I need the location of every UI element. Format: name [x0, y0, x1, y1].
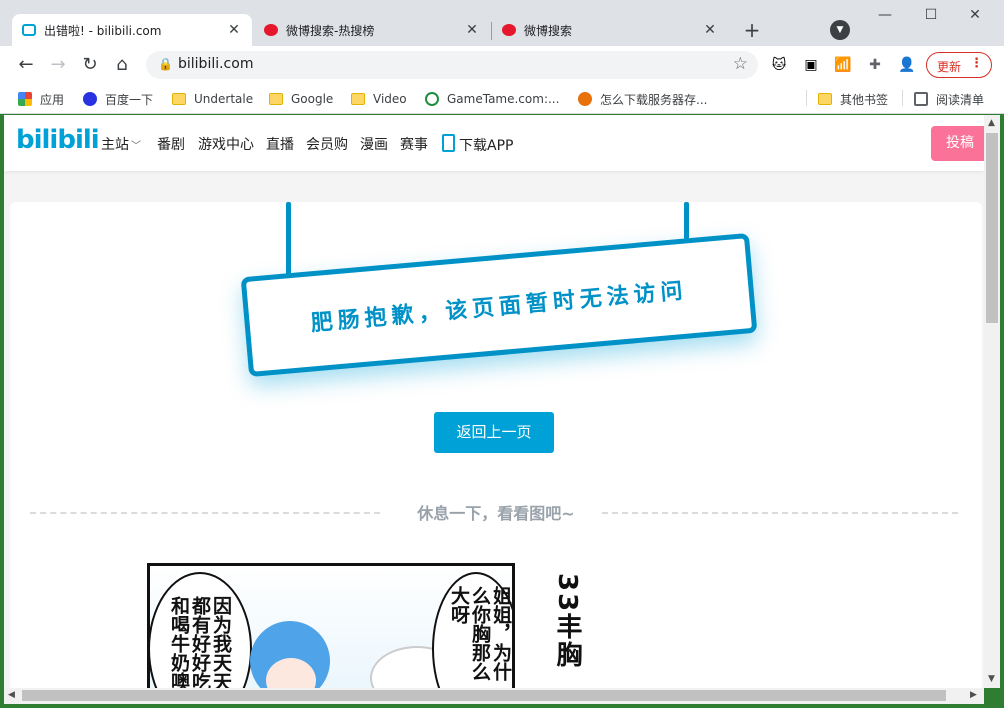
tab-weibo-hot[interactable]: 微博搜索-热搜榜 ✕	[254, 14, 490, 46]
bookmark-label: 其他书签	[840, 92, 889, 107]
scroll-left-arrow-icon[interactable]: ◀	[8, 690, 15, 700]
bubble-right-text: 姐姐，为什么你胸那么大呀	[448, 586, 512, 688]
scroll-down-arrow-icon[interactable]: ▼	[988, 674, 995, 684]
tab-title: 微博搜索-热搜榜	[286, 23, 375, 38]
gametame-icon	[425, 92, 439, 106]
folder-icon	[818, 93, 832, 105]
bookmark-label: 百度一下	[105, 92, 154, 107]
nav-main-station[interactable]: 主站 ﹀	[101, 134, 141, 154]
vertical-scroll-thumb[interactable]	[986, 133, 998, 323]
tab-search-icon[interactable]: ▼	[830, 20, 850, 40]
tab-weibo-search[interactable]: 微博搜索 ✕	[492, 14, 728, 46]
weibo-icon	[502, 24, 516, 36]
maximize-button[interactable]: ☐	[916, 4, 946, 26]
nav-member-shop[interactable]: 会员购	[306, 134, 348, 154]
bookmark-gametame[interactable]: GameTame.com:...	[425, 89, 559, 109]
bubble-line: 因为我天天	[210, 596, 232, 688]
go-back-button[interactable]: 返回上一页	[434, 412, 554, 453]
bookmark-video[interactable]: Video	[351, 89, 407, 109]
url-text: bilibili.com	[178, 56, 254, 72]
bookmark-star-icon[interactable]: ☆	[733, 54, 748, 74]
bilibili-tv-icon	[22, 24, 36, 36]
bookmark-label: 阅读清单	[936, 92, 985, 107]
reading-list-icon	[914, 92, 928, 106]
nav-live[interactable]: 直播	[266, 134, 294, 154]
nav-manga[interactable]: 漫画	[360, 134, 388, 154]
bookmark-google[interactable]: Google	[269, 89, 333, 109]
page-viewport: bilibili 主站 ﹀ 番剧 游戏中心 直播 会员购 漫画 赛事 下载APP …	[4, 115, 984, 688]
weibo-icon	[264, 24, 278, 36]
bookmark-baidu[interactable]: 百度一下	[83, 89, 153, 109]
bookmark-undertale[interactable]: Undertale	[172, 89, 253, 109]
menu-dots-icon: ⋮	[970, 56, 983, 71]
nav-esports[interactable]: 赛事	[400, 134, 428, 154]
bookmark-label: GameTame.com:...	[447, 92, 560, 106]
bilibili-logo[interactable]: bilibili	[16, 125, 100, 155]
bubble-line: 和喝牛奶噢	[168, 596, 190, 688]
extension-wifi-icon[interactable]: 📶	[832, 54, 854, 76]
bookmark-apps[interactable]: 应用	[18, 89, 64, 109]
folder-icon	[351, 93, 365, 105]
bookmark-label: 怎么下载服务器存...	[600, 92, 708, 107]
scroll-right-arrow-icon[interactable]: ▶	[970, 690, 977, 700]
comic-title: 33丰胸	[552, 573, 582, 670]
nav-bangumi[interactable]: 番剧	[157, 134, 185, 154]
address-bar[interactable]: 🔒 bilibili.com ☆	[146, 51, 758, 79]
reload-icon[interactable]: ↻	[77, 52, 103, 78]
extension-cat-icon[interactable]: 🐱	[768, 54, 790, 76]
site-icon	[578, 92, 592, 106]
close-tab-icon[interactable]: ✕	[464, 22, 480, 38]
bookmark-divider	[902, 90, 903, 106]
reading-list[interactable]: 阅读清单	[914, 89, 984, 109]
phone-icon	[442, 134, 455, 152]
bookmark-label: Undertale	[194, 92, 254, 106]
folder-icon	[172, 93, 186, 105]
nav-download-app[interactable]: 下载APP	[442, 134, 513, 155]
baidu-paw-icon	[83, 92, 97, 106]
home-icon[interactable]: ⌂	[109, 52, 135, 78]
horizontal-scroll-thumb[interactable]	[22, 690, 946, 701]
forward-arrow-icon[interactable]: →	[45, 52, 71, 78]
new-tab-button[interactable]: +	[738, 17, 766, 45]
tab-title: 出错啦! - bilibili.com	[44, 23, 162, 38]
bookmark-label: 应用	[40, 92, 65, 107]
extension-tampermonkey-icon[interactable]: ▣	[800, 54, 822, 76]
nav-game-center[interactable]: 游戏中心	[198, 134, 254, 154]
bookmark-download-server[interactable]: 怎么下载服务器存...	[578, 89, 707, 109]
chevron-down-icon: ﹀	[131, 141, 141, 152]
apps-grid-icon	[18, 92, 32, 106]
bookmark-divider	[806, 90, 807, 106]
upload-button[interactable]: 投稿	[931, 126, 984, 161]
lock-icon: 🔒	[158, 57, 173, 71]
bookmark-label: Video	[373, 92, 407, 106]
sign-rope-left	[286, 202, 291, 280]
bubble-line: 都有好好吃	[189, 596, 211, 688]
folder-icon	[269, 93, 283, 105]
back-arrow-icon[interactable]: ←	[13, 52, 39, 78]
close-window-button[interactable]: ✕	[960, 4, 990, 26]
bookmark-label: Google	[291, 92, 334, 106]
extensions-puzzle-icon[interactable]: ✚	[864, 54, 886, 76]
bubble-left-text: 因为我天天都有好好吃和喝牛奶噢	[168, 596, 232, 688]
comic-image: 因为我天天都有好好吃和喝牛奶噢 姐姐，为什么你胸那么大呀	[147, 563, 515, 688]
tab-title: 微博搜索	[524, 23, 573, 38]
close-tab-icon[interactable]: ✕	[226, 22, 242, 38]
divider-right	[602, 512, 958, 514]
scroll-up-arrow-icon[interactable]: ▲	[988, 118, 995, 128]
update-button[interactable]: 更新 ⋮	[926, 52, 992, 78]
bilibili-header: bilibili 主站 ﹀ 番剧 游戏中心 直播 会员购 漫画 赛事 下载APP …	[4, 115, 984, 171]
tab-bilibili-error[interactable]: 出错啦! - bilibili.com ✕	[12, 14, 252, 46]
bookmark-other[interactable]: 其他书签	[818, 89, 888, 109]
nav-label: 下载APP	[459, 138, 514, 154]
minimize-button[interactable]: —	[870, 4, 900, 26]
close-tab-icon[interactable]: ✕	[702, 22, 718, 38]
error-message: 肥肠抱歉，该页面暂时无法访问	[309, 278, 689, 337]
update-label: 更新	[937, 60, 962, 74]
rest-message: 休息一下，看看图吧~	[417, 504, 575, 523]
nav-label: 主站	[101, 137, 129, 153]
divider-left	[30, 512, 380, 514]
profile-avatar-icon[interactable]: 👤	[896, 54, 918, 76]
